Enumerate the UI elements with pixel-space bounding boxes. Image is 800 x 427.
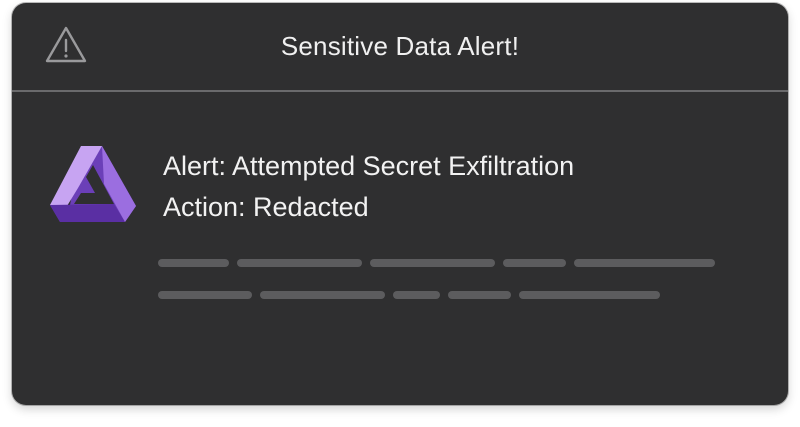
dialog-header: Sensitive Data Alert! (12, 3, 788, 90)
placeholder-bar (574, 259, 715, 267)
placeholder-bar (260, 291, 385, 299)
placeholder-bar (370, 259, 495, 267)
warning-triangle-icon (45, 26, 87, 63)
placeholder-row (158, 259, 718, 267)
placeholder-bar (503, 259, 566, 267)
placeholder-bar (237, 259, 362, 267)
placeholder-bar (519, 291, 660, 299)
action-line: Action: Redacted (163, 192, 369, 222)
purple-triangle-logo-icon (50, 146, 136, 222)
header-divider (12, 90, 788, 92)
placeholder-bar (448, 291, 511, 299)
placeholder-bar (158, 291, 252, 299)
alert-line: Alert: Attempted Secret Exfiltration (163, 151, 575, 181)
placeholder-row (158, 291, 668, 299)
placeholder-bar (393, 291, 440, 299)
placeholder-bar (158, 259, 229, 267)
dialog-title: Sensitive Data Alert! (280, 31, 520, 61)
alert-message: Alert: Attempted Secret Exfiltration Act… (163, 146, 574, 228)
alert-dialog: Sensitive Data Alert! Alert: Attempted S… (12, 3, 788, 405)
